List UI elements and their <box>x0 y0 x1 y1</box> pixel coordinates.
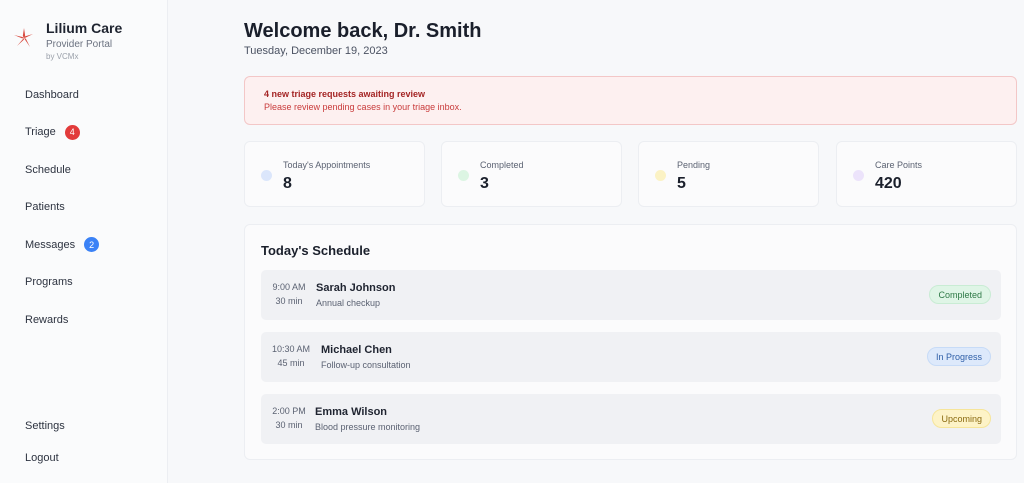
page-title: Welcome back, Dr. Smith <box>244 20 482 42</box>
stat-label: Pending <box>677 160 711 170</box>
sidebar: Lilium Care Provider Portal by VCMx Dash… <box>0 0 168 483</box>
stat-dot-icon <box>655 170 666 181</box>
stat-label: Care Points <box>875 160 923 170</box>
nav-item-dashboard[interactable]: Dashboard <box>0 76 167 114</box>
appointment-row[interactable]: 9:00 AM 30 min Sarah Johnson Annual chec… <box>261 270 1001 320</box>
lilium-logo-icon <box>14 28 33 47</box>
stat-card-completed: Completed 3 <box>441 141 622 207</box>
appointment-row[interactable]: 10:30 AM 45 min Michael Chen Follow-up c… <box>261 332 1001 382</box>
appointment-clock: 10:30 AM <box>271 344 311 354</box>
nav-item-label: Settings <box>25 420 65 432</box>
appointment-duration: 30 min <box>275 420 303 430</box>
nav-item-messages[interactable]: Messages 2 <box>0 226 167 264</box>
nav-item-triage[interactable]: Triage 4 <box>0 114 167 152</box>
appointment-type: Follow-up consultation <box>321 360 411 370</box>
appointment-info: Sarah Johnson Annual checkup <box>316 282 395 308</box>
bottom-nav: Settings Logout <box>0 410 167 474</box>
main-nav: Dashboard Triage 4 Schedule Patients Mes… <box>0 76 167 339</box>
stat-value: 3 <box>480 175 489 192</box>
stat-dot-icon <box>458 170 469 181</box>
stat-card-appointments: Today's Appointments 8 <box>244 141 425 207</box>
nav-item-label: Messages <box>25 238 76 251</box>
appointment-duration: 30 min <box>275 296 303 306</box>
nav-item-patients[interactable]: Patients <box>0 189 167 227</box>
nav-item-logout[interactable]: Logout <box>0 442 167 474</box>
status-badge: Completed <box>929 285 991 304</box>
patient-name: Michael Chen <box>321 344 392 356</box>
patient-name: Sarah Johnson <box>316 282 396 294</box>
appointment-time: 9:00 AM 30 min <box>271 282 307 306</box>
nav-item-label: Schedule <box>25 163 71 176</box>
stat-dot-icon <box>261 170 272 181</box>
patient-name: Emma Wilson <box>315 406 388 418</box>
appointment-clock: 2:00 PM <box>272 406 306 416</box>
nav-item-programs[interactable]: Programs <box>0 264 167 302</box>
appointment-row[interactable]: 2:00 PM 30 min Emma Wilson Blood pressur… <box>261 394 1001 444</box>
status-badge: In Progress <box>926 347 991 366</box>
stat-label: Completed <box>480 160 524 170</box>
nav-item-label: Rewards <box>25 313 69 326</box>
triage-alert[interactable]: 4 new triage requests awaiting review Pl… <box>244 76 1017 125</box>
nav-item-rewards[interactable]: Rewards <box>0 301 167 339</box>
appointment-time: 2:00 PM 30 min <box>271 406 307 430</box>
appointment-clock: 9:00 AM <box>272 282 306 292</box>
nav-item-label: Logout <box>25 452 59 464</box>
status-badge: Upcoming <box>932 409 991 428</box>
brand[interactable]: Lilium Care Provider Portal by VCMx <box>12 20 122 61</box>
brand-subtitle: Provider Portal <box>46 39 113 50</box>
nav-item-schedule[interactable]: Schedule <box>0 151 167 189</box>
stat-card-care-points: Care Points 420 <box>836 141 1017 207</box>
stat-value: 420 <box>875 175 902 192</box>
nav-item-label: Dashboard <box>25 88 79 101</box>
nav-item-settings[interactable]: Settings <box>0 410 167 442</box>
appointment-duration: 45 min <box>277 358 305 368</box>
alert-body: Please review pending cases in your tria… <box>264 102 462 112</box>
alert-title: 4 new triage requests awaiting review <box>264 89 426 99</box>
nav-item-label: Patients <box>25 201 65 214</box>
appointment-type: Blood pressure monitoring <box>315 422 421 432</box>
triage-count-badge: 4 <box>64 124 80 140</box>
brand-byline: by VCMx <box>46 52 79 61</box>
schedule-title: Today's Schedule <box>261 243 371 258</box>
stat-dot-icon <box>853 170 864 181</box>
nav-item-label: Triage <box>25 126 56 139</box>
messages-count-badge: 2 <box>84 237 100 253</box>
appointment-type: Annual checkup <box>316 298 381 308</box>
appointment-time: 10:30 AM 45 min <box>271 344 311 368</box>
stat-value: 5 <box>677 175 686 192</box>
current-date: Tuesday, December 19, 2023 <box>244 45 388 57</box>
appointment-info: Michael Chen Follow-up consultation <box>321 344 411 370</box>
brand-name: Lilium Care <box>46 20 123 36</box>
stat-label: Today's Appointments <box>283 160 371 170</box>
stat-value: 8 <box>283 175 292 192</box>
stat-card-pending: Pending 5 <box>638 141 819 207</box>
todays-schedule-panel: Today's Schedule 9:00 AM 30 min Sarah Jo… <box>244 224 1017 460</box>
nav-item-label: Programs <box>25 276 73 289</box>
appointment-info: Emma Wilson Blood pressure monitoring <box>315 406 420 432</box>
